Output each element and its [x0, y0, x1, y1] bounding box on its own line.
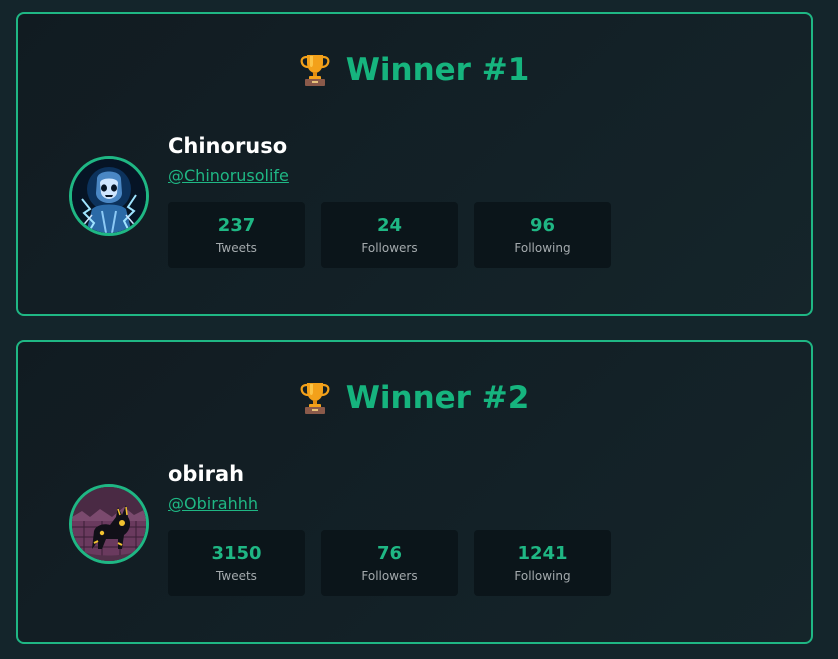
user-handle-link[interactable]: @Chinorusolife [168, 166, 289, 186]
winner-heading: Winner #2 [18, 378, 811, 418]
stat-label: Tweets [216, 240, 257, 255]
user-handle-link[interactable]: @Obirahhh [168, 494, 258, 514]
stat-label: Following [514, 240, 571, 255]
stat-followers: 76 Followers [321, 530, 458, 596]
stat-tweets: 3150 Tweets [168, 530, 305, 596]
winner-card: Winner #2 obirah @Obirahhh 3150 Tweets 7… [16, 340, 813, 644]
trophy-icon [300, 53, 330, 87]
user-name: obirah [168, 462, 245, 486]
stat-value: 96 [529, 214, 556, 236]
stat-label: Followers [361, 568, 418, 583]
stat-label: Tweets [216, 568, 257, 583]
winner-heading: Winner #1 [18, 50, 811, 90]
winner-title: Winner #2 [345, 380, 530, 416]
stat-following: 96 Following [474, 202, 611, 268]
stat-followers: 24 Followers [321, 202, 458, 268]
stat-label: Following [514, 568, 571, 583]
stat-value: 237 [217, 214, 256, 236]
stat-value: 3150 [211, 542, 262, 564]
stat-tweets: 237 Tweets [168, 202, 305, 268]
avatar[interactable] [69, 484, 149, 564]
stat-value: 76 [376, 542, 403, 564]
stat-following: 1241 Following [474, 530, 611, 596]
stat-value: 24 [376, 214, 403, 236]
trophy-icon [300, 381, 330, 415]
stats-row: 3150 Tweets 76 Followers 1241 Following [168, 530, 611, 596]
avatar[interactable] [69, 156, 149, 236]
winner-card: Winner #1 Chinoruso @Chinorusolife 237 T… [16, 12, 813, 316]
winner-title: Winner #1 [345, 52, 530, 88]
stats-row: 237 Tweets 24 Followers 96 Following [168, 202, 611, 268]
stat-label: Followers [361, 240, 418, 255]
user-name: Chinoruso [168, 134, 288, 158]
stat-value: 1241 [517, 542, 568, 564]
